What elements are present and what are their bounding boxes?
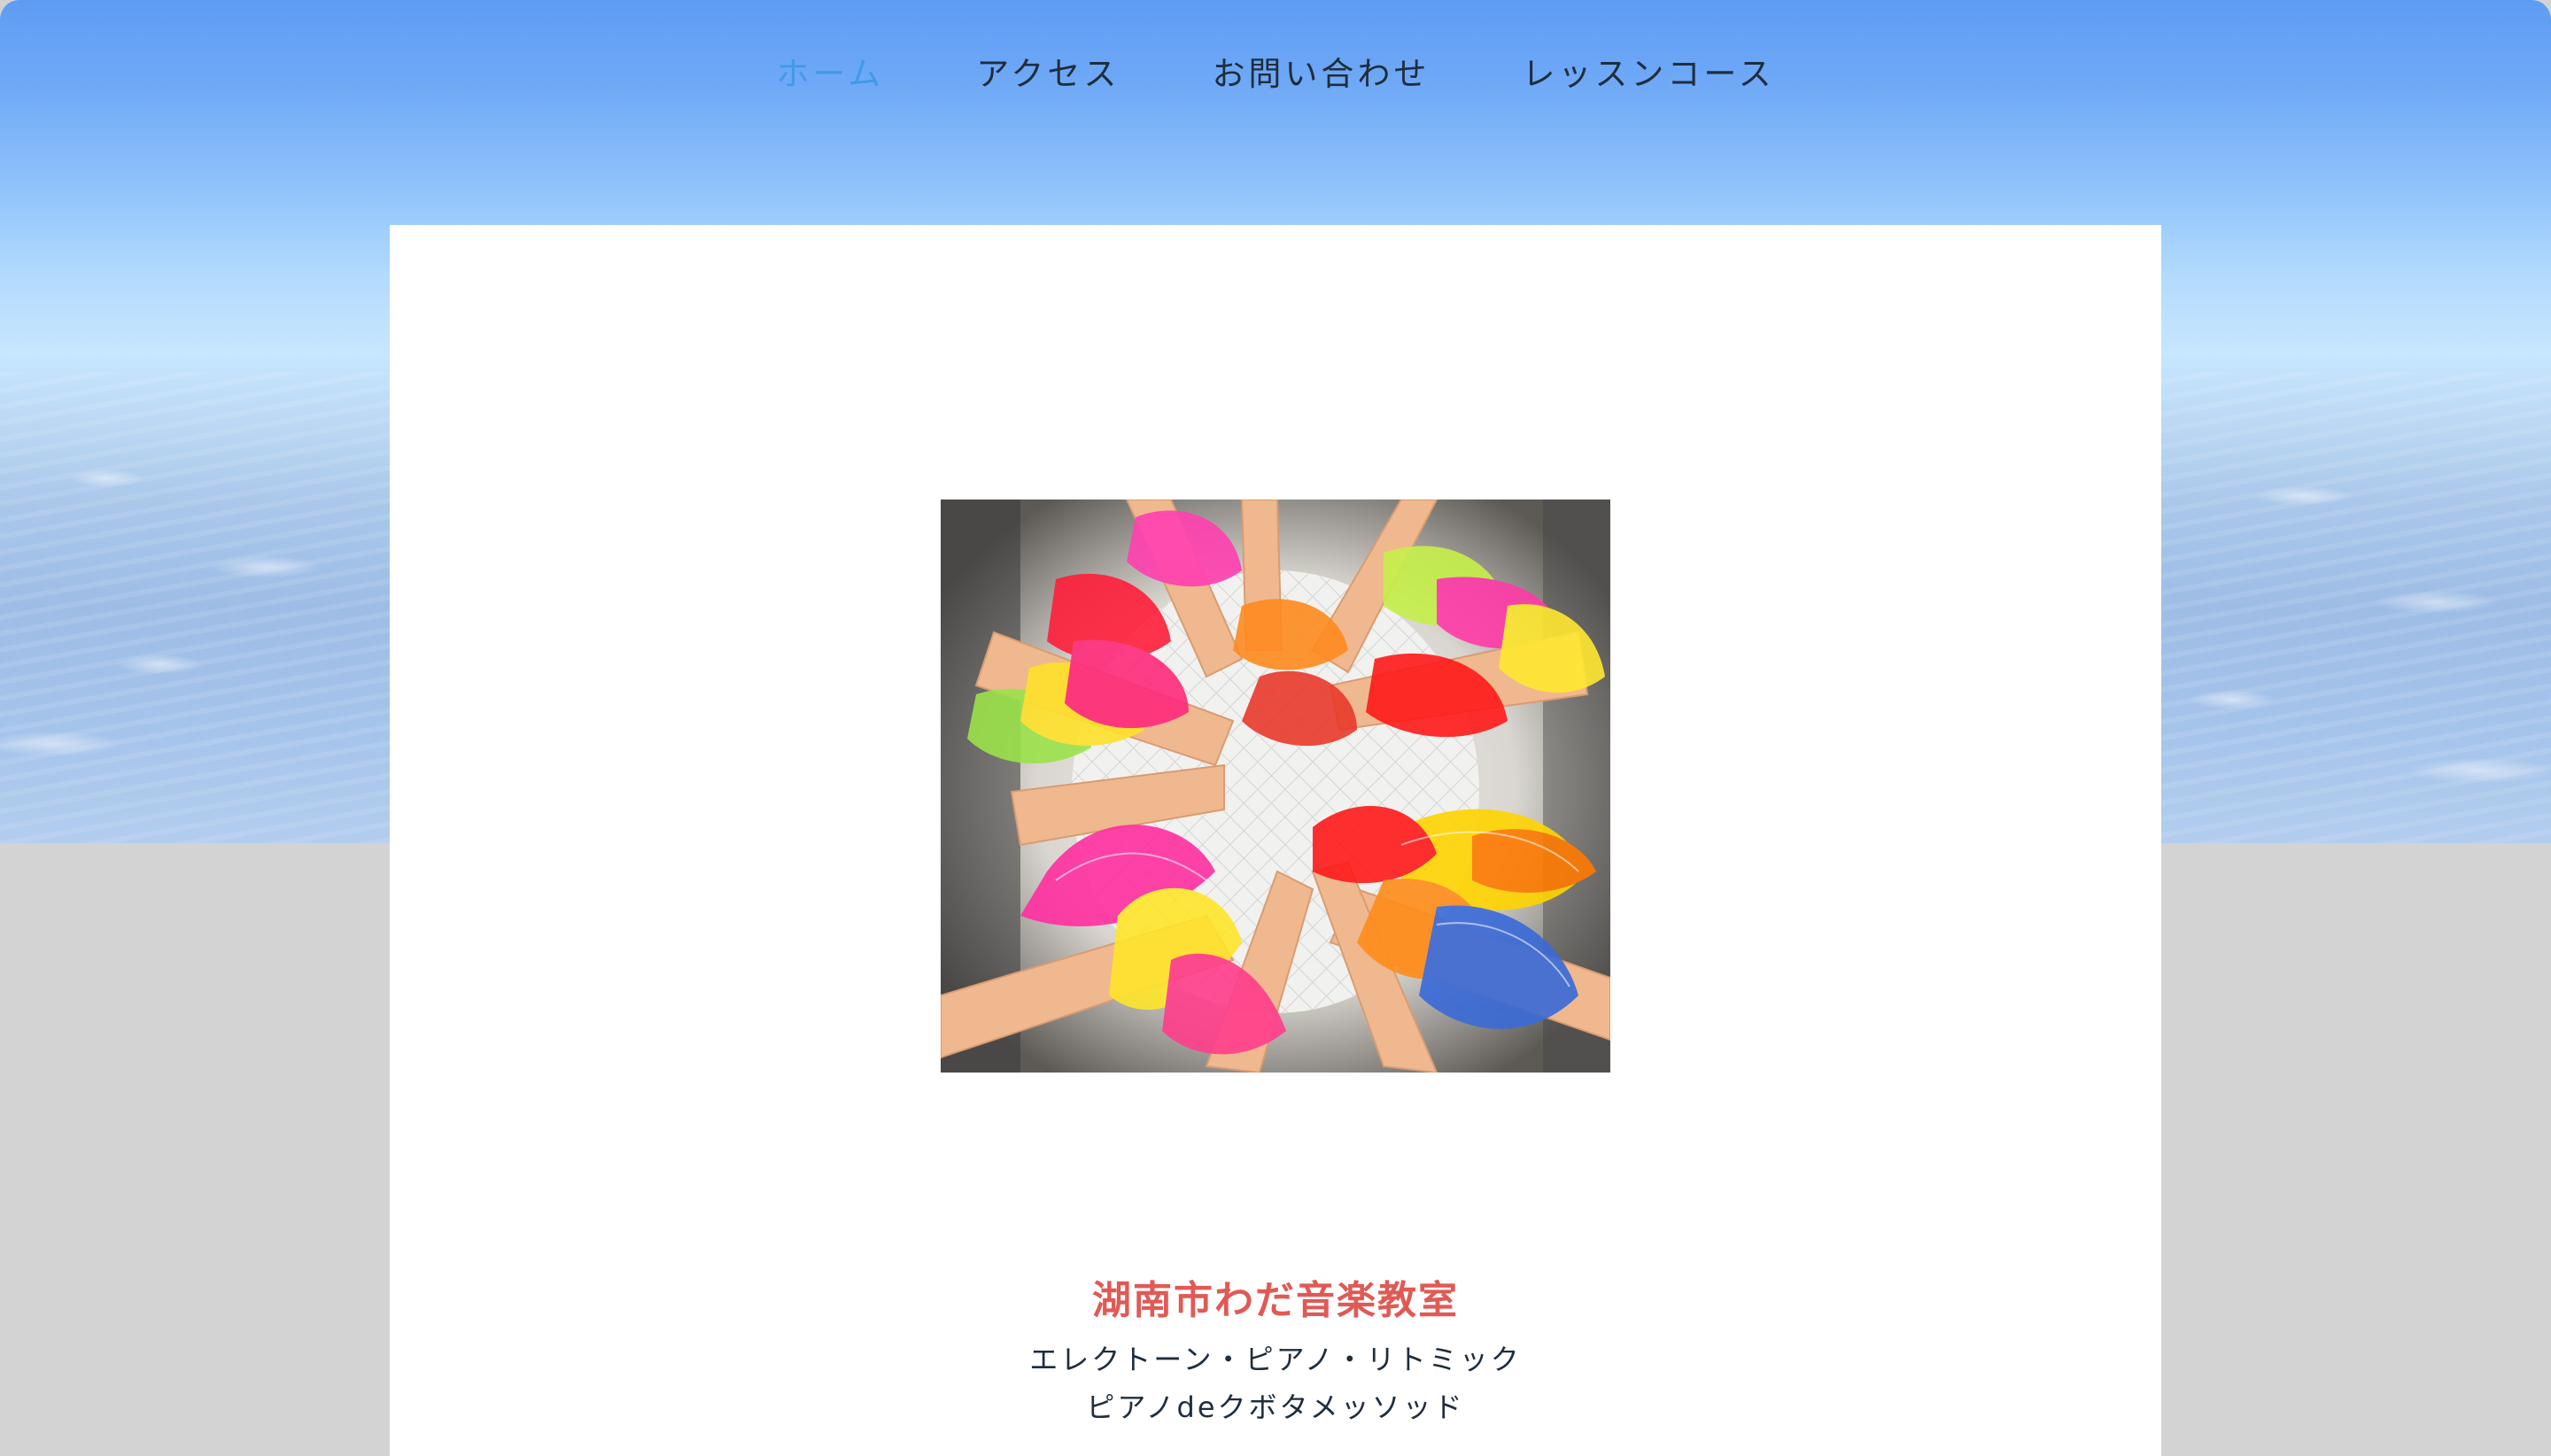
hero-photo <box>941 500 1610 1073</box>
site-title: 湖南市わだ音楽教室 <box>1092 1278 1459 1323</box>
main-nav: ホーム アクセス お問い合わせ レッスンコース <box>0 48 2551 101</box>
site-subtitle-line2: ピアノdeクボタメッソッド <box>1086 1390 1465 1424</box>
nav-item-access[interactable]: アクセス <box>930 48 1166 101</box>
browser-window: ホーム アクセス お問い合わせ レッスンコース 湖南市わだ音楽教室 エレクトーン… <box>0 0 2551 1456</box>
hands-scarves-illustration <box>941 500 1610 1073</box>
nav-item-home[interactable]: ホーム <box>730 48 930 101</box>
nav-item-contact[interactable]: お問い合わせ <box>1166 48 1476 101</box>
site-subtitle-line1: エレクトーン・ピアノ・リトミック <box>1029 1343 1522 1376</box>
nav-item-lesson-course[interactable]: レッスンコース <box>1476 48 1820 101</box>
